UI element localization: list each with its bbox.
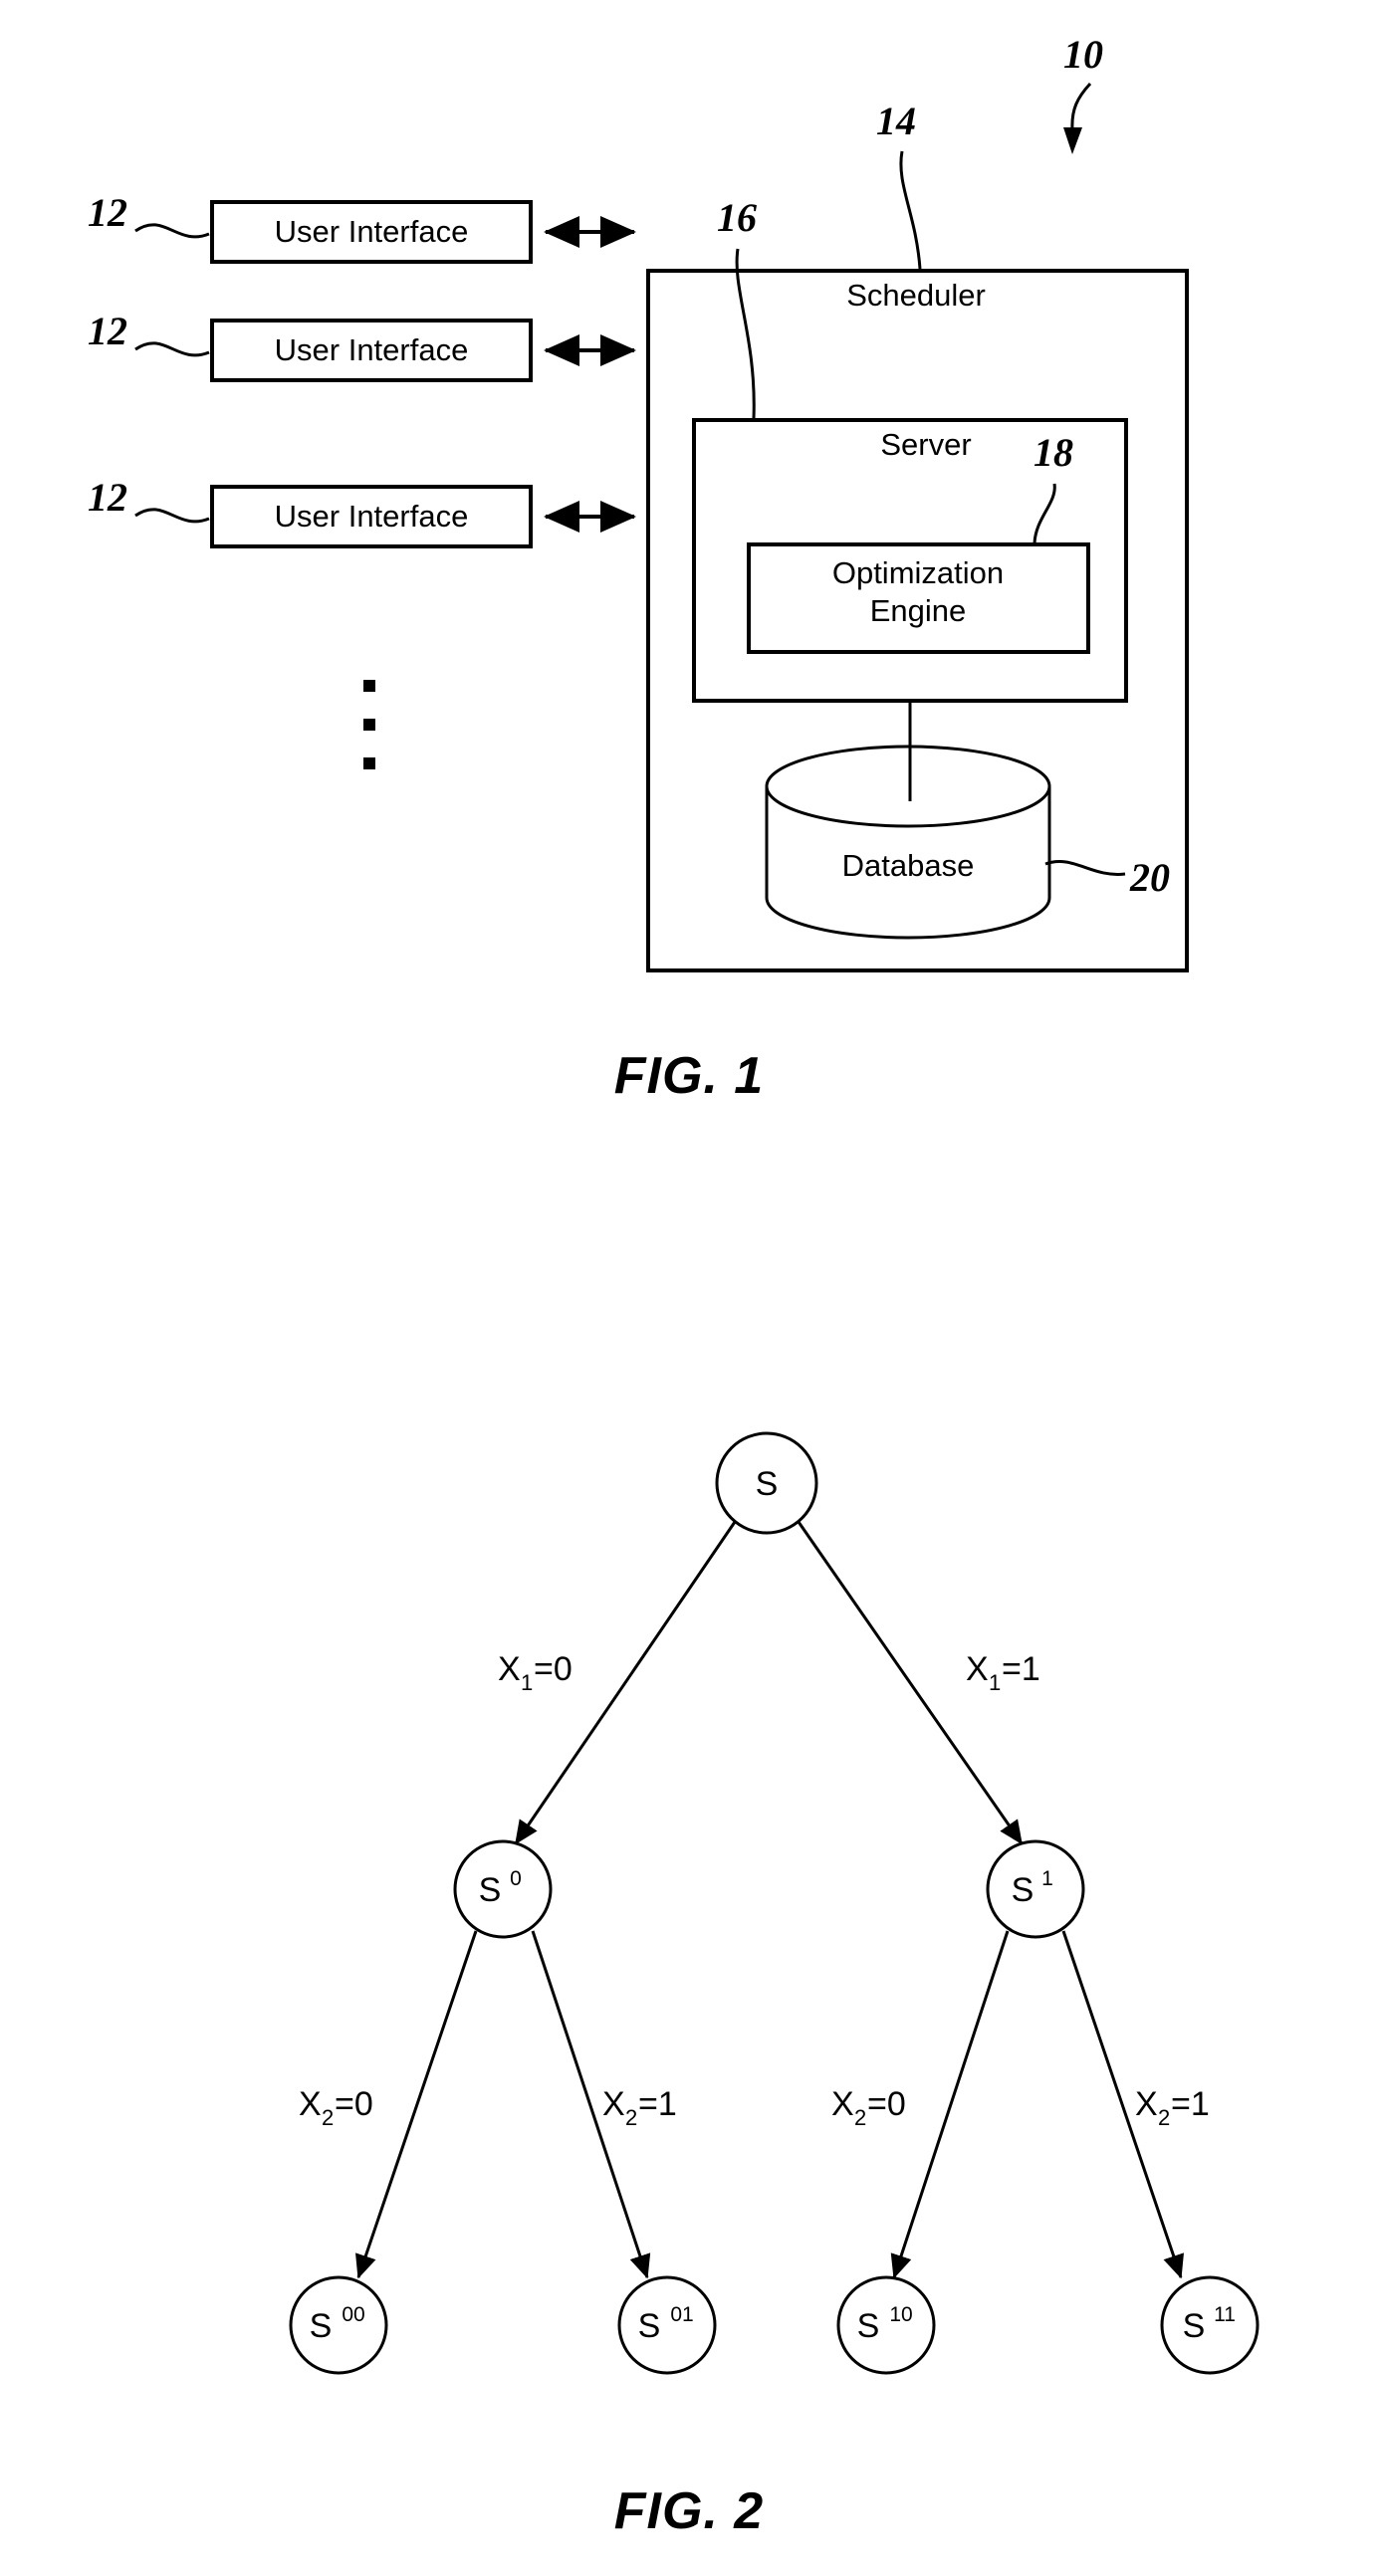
ref-12-1-leader-line: [134, 223, 210, 239]
scheduler-ref-14-callout: 14: [876, 99, 922, 270]
edge-label-x1-1-sub: 1: [989, 1670, 1001, 1695]
scheduler-title: Scheduler: [846, 278, 986, 313]
edge-label-x2-1-a-var: X: [602, 2085, 625, 2123]
tree-node-n10: S 10: [836, 2275, 936, 2375]
ref-label-14: 14: [876, 99, 916, 143]
user-interface-label-1: User Interface: [275, 214, 469, 249]
edge-label-x1-1-eq: =1: [1002, 1650, 1040, 1688]
edge-label-x1-0-sub: 1: [521, 1670, 533, 1695]
tree-node-n01: S 01: [617, 2275, 717, 2375]
node-sup-n11: 11: [1214, 2303, 1236, 2326]
edge-n0-to-n01: [531, 1930, 651, 2279]
edge-label-x2-0-a-sub: 2: [322, 2105, 334, 2130]
edge-label-x1-0-var: X: [498, 1650, 521, 1688]
node-sup-n1: 1: [1041, 1867, 1053, 1890]
edge-label-x1-1-var: X: [966, 1650, 989, 1688]
optimization-engine-label-line1: Optimization: [832, 555, 1004, 590]
ref-label-10: 10: [1063, 32, 1103, 77]
node-sup-n01: 01: [670, 2303, 693, 2326]
ref-12-3-leader-line: [134, 508, 210, 524]
server-ref-16-callout: 16: [717, 195, 757, 419]
ellipsis-dot-1: [363, 680, 375, 692]
node-sup-n10: 10: [889, 2303, 912, 2326]
figure-sheet-canvas: 10 Scheduler 14 Server 16 Optimization E…: [88, 32, 1260, 2540]
tree-node-n0: S 0: [453, 1839, 553, 1939]
ref-10-arrowhead: [1063, 127, 1082, 154]
user-interface-block-2: User Interface 12: [88, 309, 636, 382]
edge-label-x1-0-eq: =0: [534, 1650, 573, 1688]
node-circle-n01: [617, 2275, 717, 2375]
node-label-root: S: [756, 1465, 779, 1503]
node-label-n0: S: [479, 1871, 502, 1909]
optimization-engine-label-line2: Engine: [870, 593, 967, 628]
system-ref-10-callout: 10: [1063, 32, 1103, 154]
ref-label-20: 20: [1129, 855, 1170, 900]
database-top-ellipse: [765, 745, 1051, 828]
ref-label-12-2: 12: [88, 309, 127, 353]
edge-label-x2-1-b-eq: =1: [1171, 2085, 1210, 2123]
node-label-n1: S: [1012, 1871, 1034, 1909]
node-sup-n00: 00: [342, 2303, 364, 2326]
node-circle-n0: [453, 1839, 553, 1939]
edge-label-x2-0-b-var: X: [831, 2085, 854, 2123]
node-circle-n11: [1160, 2275, 1260, 2375]
edge-label-x2-1-b-var: X: [1135, 2085, 1158, 2123]
user-interface-label-3: User Interface: [275, 499, 469, 534]
ref-20-leader-line: [1044, 860, 1126, 876]
node-label-n10: S: [857, 2307, 880, 2345]
edge-label-x1-0: X 1 =0: [498, 1650, 573, 1695]
ref-label-12-1: 12: [88, 190, 127, 235]
server-title: Server: [880, 427, 971, 462]
user-interface-block-1: User Interface 12: [88, 190, 636, 264]
edge-label-x2-1-a-sub: 2: [625, 2105, 637, 2130]
user-interface-label-2: User Interface: [275, 332, 469, 367]
ref-10-leader-line: [1070, 82, 1092, 130]
edge-n1-to-n11: [1061, 1930, 1185, 2279]
ref-16-leader-line: [735, 248, 756, 419]
figure-1-caption: FIG. 1: [614, 1047, 764, 1105]
node-circle-n1: [986, 1839, 1085, 1939]
node-circle-n10: [836, 2275, 936, 2375]
edge-label-x2-0-b-eq: =0: [867, 2085, 906, 2123]
node-circle-n00: [289, 2275, 388, 2375]
edge-label-x1-1: X 1 =1: [966, 1650, 1040, 1695]
edge-label-x2-0-a-eq: =0: [335, 2085, 373, 2123]
database-ref-20-callout: 20: [1044, 855, 1170, 900]
ref-14-leader-line: [899, 150, 922, 270]
edge-label-x2-0-a: X 2 =0: [299, 2085, 373, 2130]
database-label: Database: [842, 848, 975, 883]
database-cylinder: Database: [765, 745, 1051, 940]
edge-label-x2-0-b: X 2 =0: [831, 2085, 906, 2130]
edge-label-x2-0-a-var: X: [299, 2085, 322, 2123]
edge-label-x2-1-a-eq: =1: [638, 2085, 677, 2123]
optimization-engine-ref-18-callout: 18: [1033, 430, 1073, 544]
node-label-n01: S: [638, 2307, 661, 2345]
figure-2-caption: FIG. 2: [614, 2482, 764, 2540]
edge-label-x2-1-a: X 2 =1: [602, 2085, 677, 2130]
tree-node-n1: S 1: [986, 1839, 1085, 1939]
ref-label-18: 18: [1034, 430, 1073, 475]
ellipsis-dot-3: [363, 757, 375, 769]
edge-label-x2-0-b-sub: 2: [854, 2105, 866, 2130]
edge-label-x2-1-b-sub: 2: [1158, 2105, 1170, 2130]
figure-2-group: S S 0 S 1 S 00 S 01 S 10 S 11 X 1 =0 X 1…: [289, 1431, 1260, 2540]
edge-n1-to-n10: [890, 1930, 1010, 2279]
edge-label-x2-1-b: X 2 =1: [1135, 2085, 1210, 2130]
edge-n0-to-n00: [354, 1930, 478, 2279]
figure-1-group: 10 Scheduler 14 Server 16 Optimization E…: [88, 32, 1189, 1105]
ref-12-2-leader-line: [134, 341, 210, 357]
patent-figure-sheet: 10 Scheduler 14 Server 16 Optimization E…: [0, 0, 1379, 2576]
tree-node-root: S: [715, 1431, 818, 1535]
node-sup-n0: 0: [510, 1867, 522, 1890]
user-interface-block-3: User Interface 12: [88, 475, 636, 548]
user-interface-ellipsis: [363, 680, 375, 769]
ref-18-leader-line: [1033, 483, 1056, 544]
tree-node-n00: S 00: [289, 2275, 388, 2375]
ref-label-16: 16: [717, 195, 757, 240]
node-label-n00: S: [310, 2307, 333, 2345]
ellipsis-dot-2: [363, 719, 375, 731]
ref-label-12-3: 12: [88, 475, 127, 520]
node-label-n11: S: [1183, 2307, 1206, 2345]
tree-node-n11: S 11: [1160, 2275, 1260, 2375]
